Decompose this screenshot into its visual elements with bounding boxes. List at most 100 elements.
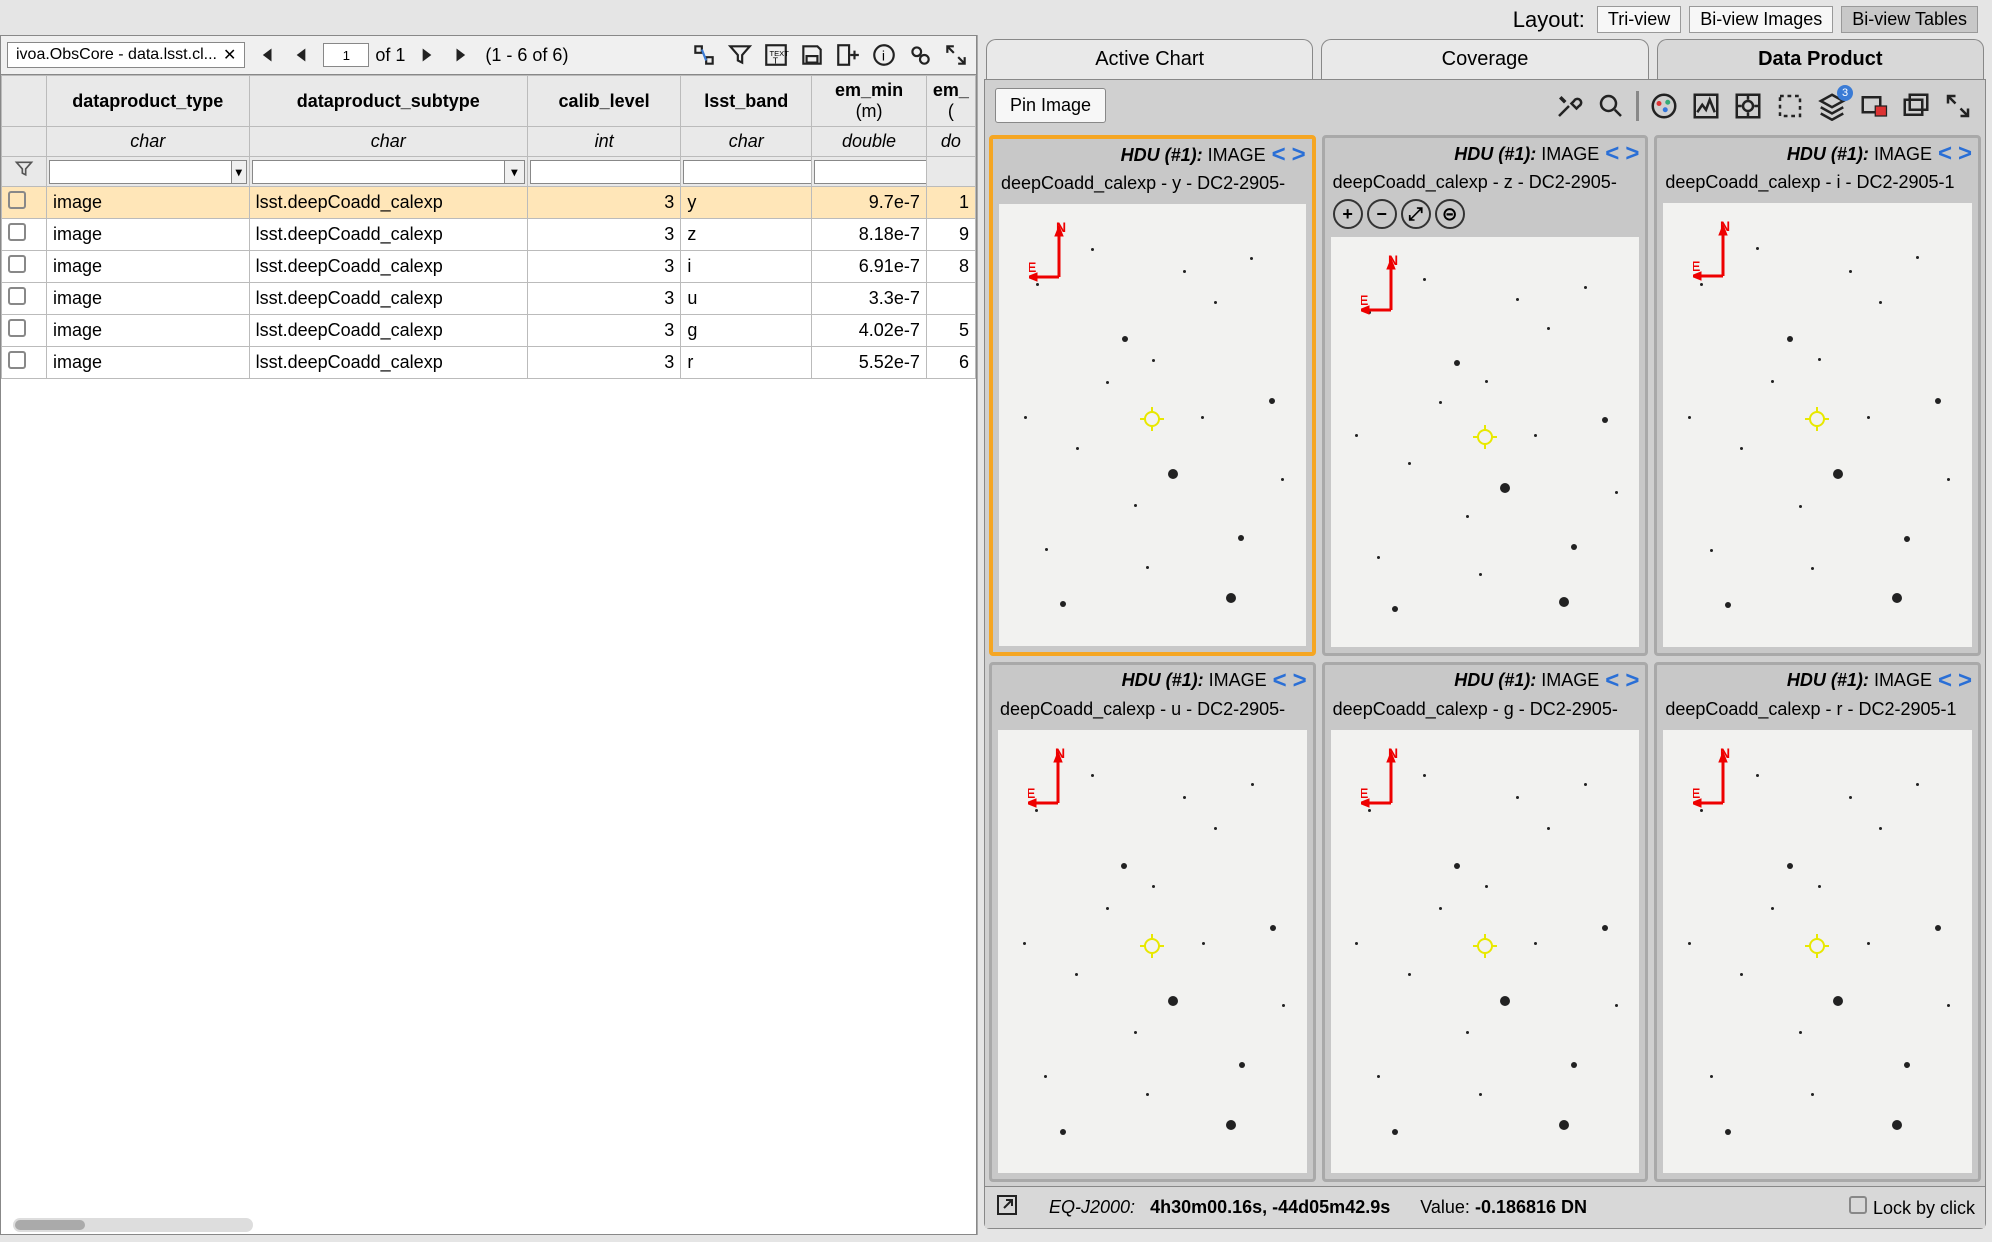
image-tile[interactable]: HDU (#1): IMAGE < > deepCoadd_calexp - i… — [1654, 135, 1981, 656]
save-icon[interactable] — [798, 41, 826, 69]
lock-by-click[interactable]: Lock by click — [1849, 1196, 1975, 1219]
image-view[interactable]: N E — [1663, 730, 1972, 1174]
tab-active-chart[interactable]: Active Chart — [986, 39, 1313, 79]
row-checkbox[interactable] — [8, 351, 26, 369]
next-hdu-icon[interactable]: > — [1958, 142, 1972, 166]
image-view[interactable]: N E — [1331, 730, 1640, 1174]
next-hdu-icon[interactable]: > — [1625, 142, 1639, 166]
pan-icon[interactable] — [690, 41, 718, 69]
row-checkbox[interactable] — [8, 223, 26, 241]
layout-triview-button[interactable]: Tri-view — [1597, 6, 1681, 33]
filter-funnel-icon[interactable] — [14, 163, 34, 183]
image-view[interactable]: N E — [998, 730, 1307, 1174]
filter-input-1[interactable] — [252, 160, 505, 184]
image-tile[interactable]: HDU (#1): IMAGE < > deepCoadd_calexp - z… — [1322, 135, 1649, 656]
pin-image-button[interactable]: Pin Image — [995, 88, 1106, 123]
prev-hdu-icon[interactable]: < — [1938, 669, 1952, 693]
col-em-min[interactable]: em_min(m) — [812, 76, 927, 127]
zoom-in-icon[interactable]: + — [1333, 199, 1363, 229]
tile-title: deepCoadd_calexp - r - DC2-2905-1 — [1657, 697, 1978, 724]
filter-dd-0[interactable]: ▾ — [232, 160, 247, 184]
next-hdu-icon[interactable]: > — [1958, 669, 1972, 693]
image-view[interactable]: N E — [1663, 203, 1972, 647]
filter-icon[interactable] — [726, 41, 754, 69]
next-hdu-icon[interactable]: > — [1293, 669, 1307, 693]
svg-text:N: N — [1720, 221, 1730, 234]
zoom-out-icon[interactable]: − — [1367, 199, 1397, 229]
prev-hdu-icon[interactable]: < — [1273, 669, 1287, 693]
layout-biview-tables-button[interactable]: Bi-view Tables — [1841, 6, 1978, 33]
col-em[interactable]: em_( — [926, 76, 975, 127]
tab-coverage[interactable]: Coverage — [1321, 39, 1648, 79]
table-tab[interactable]: ivoa.ObsCore - data.lsst.cl... ✕ — [7, 42, 245, 68]
horizontal-scrollbar[interactable] — [13, 1218, 253, 1232]
table-row[interactable]: imagelsst.deepCoadd_calexp 3z 8.18e-79 — [2, 219, 976, 251]
stretch-icon[interactable] — [1689, 89, 1723, 123]
row-checkbox[interactable] — [8, 287, 26, 305]
prev-hdu-icon[interactable]: < — [1605, 669, 1619, 693]
recenter-icon[interactable] — [1731, 89, 1765, 123]
value-label: Value: — [1420, 1197, 1470, 1217]
image-tile[interactable]: HDU (#1): IMAGE < > deepCoadd_calexp - r… — [1654, 662, 1981, 1183]
image-view[interactable]: N E — [999, 204, 1306, 646]
filter-input-3[interactable] — [683, 160, 811, 184]
col-dataproduct-subtype[interactable]: dataproduct_subtype — [249, 76, 527, 127]
prev-hdu-icon[interactable]: < — [1938, 142, 1952, 166]
filter-input-2[interactable] — [530, 160, 681, 184]
tile-title: deepCoadd_calexp - z - DC2-2905- — [1325, 170, 1646, 197]
restore-icon[interactable] — [1899, 89, 1933, 123]
svg-text:N: N — [1055, 748, 1065, 761]
text-view-icon[interactable]: TEXTT — [762, 41, 790, 69]
lock-image-icon[interactable] — [1857, 89, 1891, 123]
col-calib-level[interactable]: calib_level — [527, 76, 680, 127]
row-checkbox[interactable] — [8, 191, 26, 209]
info-icon[interactable]: i — [870, 41, 898, 69]
prev-hdu-icon[interactable]: < — [1605, 142, 1619, 166]
expand-panel-icon[interactable] — [1941, 89, 1975, 123]
svg-text:E: E — [1693, 785, 1700, 801]
settings-icon[interactable] — [906, 41, 934, 69]
filter-input-4[interactable] — [814, 160, 926, 184]
table-row[interactable]: imagelsst.deepCoadd_calexp 3g 4.02e-75 — [2, 315, 976, 347]
tab-data-product[interactable]: Data Product — [1657, 39, 1984, 79]
select-region-icon[interactable] — [1773, 89, 1807, 123]
table-row[interactable]: imagelsst.deepCoadd_calexp 3r 5.52e-76 — [2, 347, 976, 379]
next-hdu-icon[interactable]: > — [1625, 669, 1639, 693]
table-tab-label: ivoa.ObsCore - data.lsst.cl... — [16, 46, 217, 64]
close-icon[interactable]: ✕ — [223, 45, 236, 65]
next-hdu-icon[interactable]: > — [1292, 143, 1306, 167]
tile-title: deepCoadd_calexp - u - DC2-2905- — [992, 697, 1313, 724]
row-checkbox[interactable] — [8, 319, 26, 337]
prev-page-icon[interactable] — [287, 41, 315, 69]
filter-dd-1[interactable]: ▾ — [505, 160, 525, 184]
svg-text:T: T — [773, 56, 779, 66]
layers-icon[interactable]: 3 — [1815, 89, 1849, 123]
layout-biview-images-button[interactable]: Bi-view Images — [1689, 6, 1833, 33]
next-page-icon[interactable] — [413, 41, 441, 69]
prev-hdu-icon[interactable]: < — [1272, 143, 1286, 167]
col-lsst-band[interactable]: lsst_band — [681, 76, 812, 127]
add-column-icon[interactable] — [834, 41, 862, 69]
svg-text:E: E — [1693, 258, 1700, 274]
color-icon[interactable] — [1647, 89, 1681, 123]
row-checkbox[interactable] — [8, 255, 26, 273]
filter-input-0[interactable] — [49, 160, 232, 184]
table-row[interactable]: imagelsst.deepCoadd_calexp 3u 3.3e-7 — [2, 283, 976, 315]
first-page-icon[interactable] — [251, 41, 279, 69]
image-tile[interactable]: HDU (#1): IMAGE < > deepCoadd_calexp - y… — [989, 135, 1316, 656]
page-input[interactable] — [323, 43, 369, 67]
popout-icon[interactable] — [995, 1193, 1019, 1222]
tools-icon[interactable] — [1552, 89, 1586, 123]
zoom-icon[interactable] — [1594, 89, 1628, 123]
image-tile[interactable]: HDU (#1): IMAGE < > deepCoadd_calexp - g… — [1322, 662, 1649, 1183]
image-view[interactable]: N E — [1331, 237, 1640, 647]
zoom-1to1-icon[interactable]: ⊝ — [1435, 199, 1465, 229]
zoom-fit-icon[interactable]: ⤢ — [1401, 199, 1431, 229]
svg-text:N: N — [1388, 748, 1398, 761]
image-tile[interactable]: HDU (#1): IMAGE < > deepCoadd_calexp - u… — [989, 662, 1316, 1183]
col-dataproduct-type[interactable]: dataproduct_type — [47, 76, 250, 127]
last-page-icon[interactable] — [449, 41, 477, 69]
table-row[interactable]: imagelsst.deepCoadd_calexp 3i 6.91e-78 — [2, 251, 976, 283]
table-row[interactable]: imagelsst.deepCoadd_calexp 3y 9.7e-71 — [2, 187, 976, 219]
expand-icon[interactable] — [942, 41, 970, 69]
